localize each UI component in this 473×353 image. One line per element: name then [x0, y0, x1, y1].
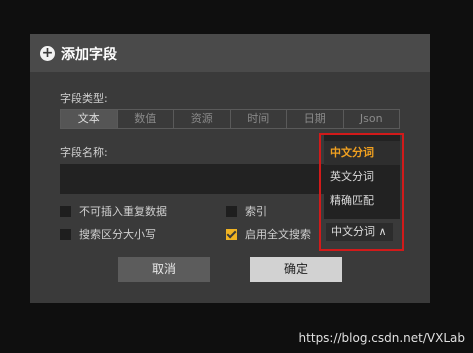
field-name-label: 字段名称: — [60, 146, 108, 159]
watermark-text: https://blog.csdn.net/VXLab — [298, 331, 465, 345]
tab-time[interactable]: 时间 — [231, 110, 287, 128]
fulltext-checkbox[interactable] — [226, 228, 237, 240]
highlight-annotation-box — [319, 133, 404, 251]
tab-number[interactable]: 数值 — [118, 110, 174, 128]
dialog-title: 添加字段 — [61, 47, 117, 63]
tab-json[interactable]: Json — [344, 110, 400, 128]
index-label: 索引 — [245, 205, 267, 218]
cancel-button[interactable]: 取消 — [118, 257, 210, 282]
ok-button[interactable]: 确定 — [250, 257, 342, 282]
tab-resource[interactable]: 资源 — [174, 110, 231, 128]
no-duplicates-label: 不可插入重复数据 — [79, 205, 167, 218]
field-type-tabs: 文本 数值 资源 时间 日期 Json — [60, 109, 400, 129]
option-case-sensitive[interactable]: 搜索区分大小写 — [60, 226, 156, 242]
option-no-duplicates[interactable]: 不可插入重复数据 — [60, 203, 167, 219]
option-index[interactable]: 索引 — [226, 203, 267, 219]
tab-date[interactable]: 日期 — [287, 110, 344, 128]
index-checkbox[interactable] — [226, 205, 237, 217]
tab-text[interactable]: 文本 — [61, 110, 118, 128]
field-type-label: 字段类型: — [60, 92, 108, 105]
no-duplicates-checkbox[interactable] — [60, 205, 71, 217]
case-sensitive-label: 搜索区分大小写 — [79, 228, 156, 241]
plus-circle-icon: + — [40, 45, 55, 61]
option-fulltext[interactable]: 启用全文搜索 — [226, 226, 311, 242]
dialog-titlebar: + 添加字段 — [30, 34, 430, 72]
case-sensitive-checkbox[interactable] — [60, 228, 71, 240]
fulltext-label: 启用全文搜索 — [245, 228, 311, 241]
